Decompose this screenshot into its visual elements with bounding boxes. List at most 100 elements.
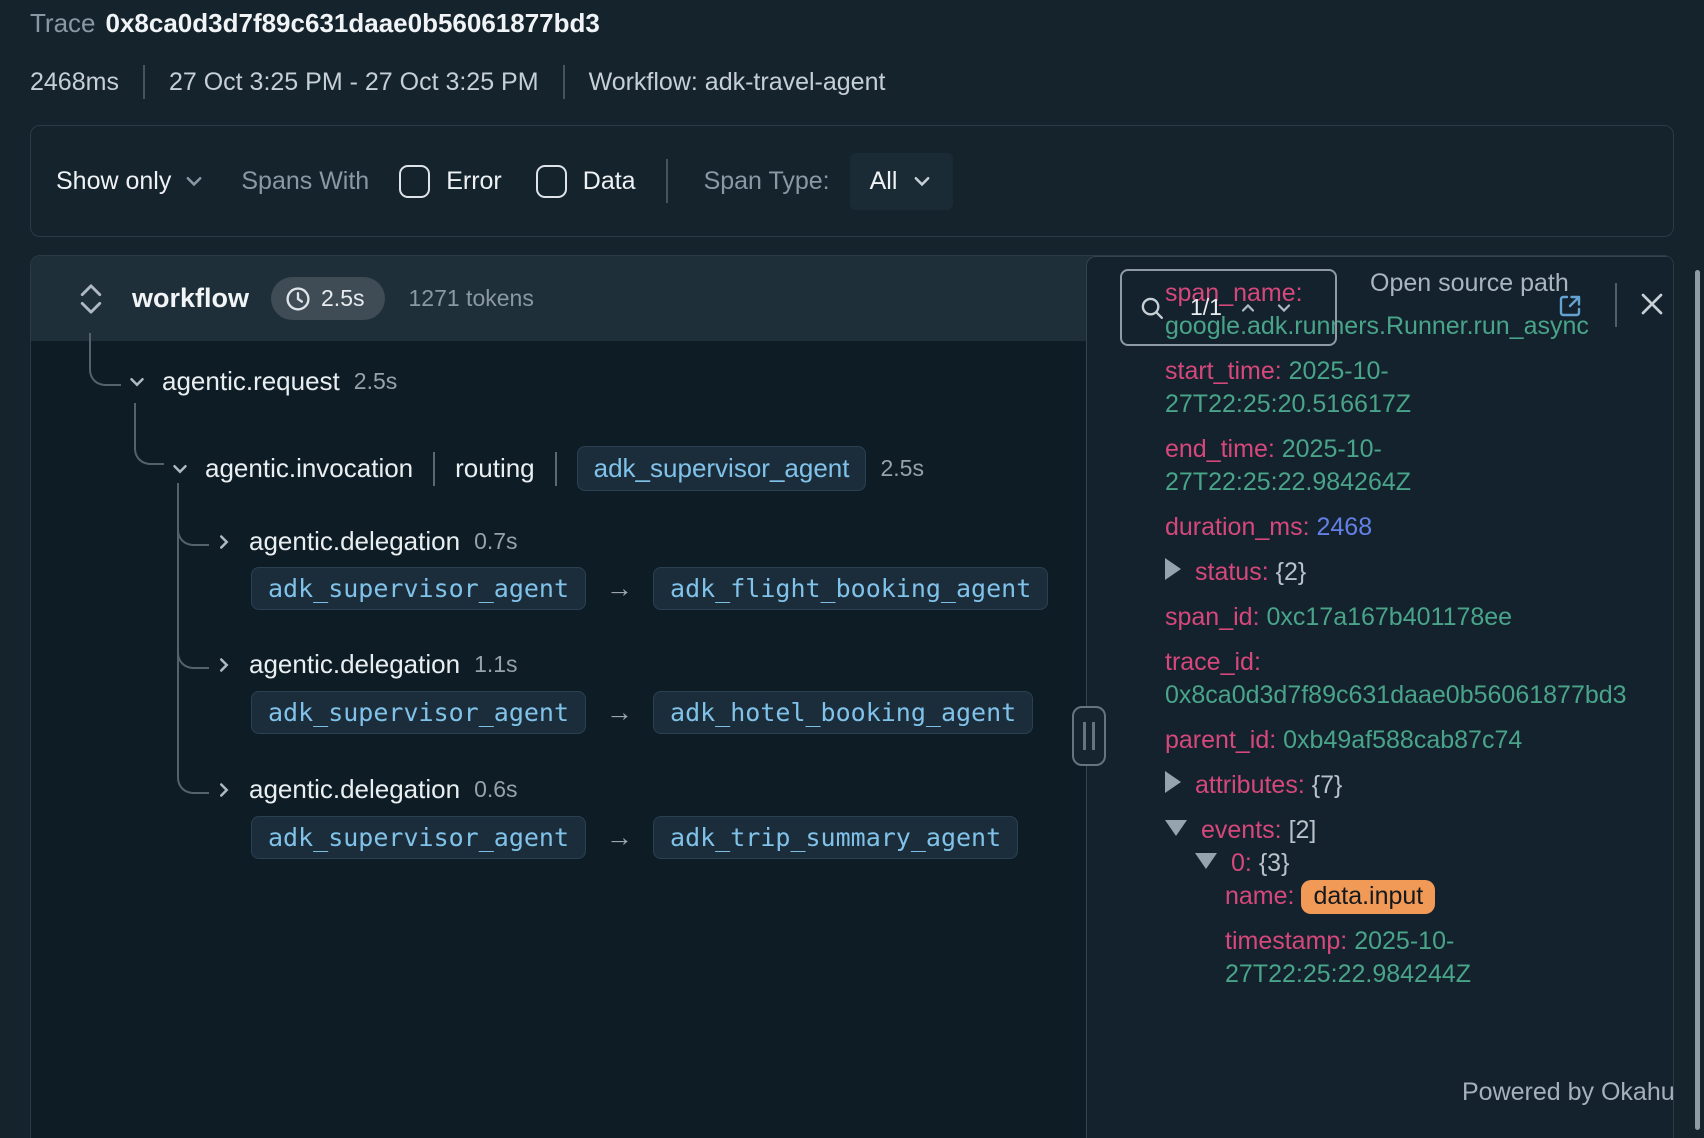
span-type-value: All (870, 167, 898, 196)
span-name[interactable]: agentic.request (162, 366, 340, 397)
divider (1615, 283, 1617, 327)
span-row-delegation[interactable]: agentic.delegation 0.7s (213, 526, 518, 557)
agent-badge: adk_hotel_booking_agent (653, 691, 1033, 734)
expand-collapse-all-icon[interactable] (76, 280, 106, 318)
field-value: 0xb49af588cab87c74 (1283, 726, 1522, 754)
tree-connector (134, 403, 164, 465)
filter-bar: Show only Spans With Error Data Span Typ… (30, 125, 1674, 237)
powered-by-watermark: Powered by Okahu (1462, 1078, 1675, 1107)
chevron-right-icon[interactable] (213, 531, 235, 553)
trace-duration: 2468ms (30, 68, 119, 97)
expand-arrow-icon[interactable] (1165, 771, 1181, 793)
panel-resize-handle[interactable] (1072, 706, 1106, 766)
chevron-right-icon[interactable] (213, 654, 235, 676)
field-key: parent_id: (1165, 726, 1276, 754)
trace-time-range: 27 Oct 3:25 PM - 27 Oct 3:25 PM (169, 68, 539, 97)
detail-field: parent_id: 0xb49af588cab87c74 (1165, 724, 1627, 757)
highlighted-value: data.input (1301, 880, 1435, 914)
span-row-request[interactable]: agentic.request 2.5s (126, 366, 397, 397)
detail-field: duration_ms: 2468 (1165, 511, 1627, 544)
agent-badge: adk_supervisor_agent (251, 691, 586, 734)
field-value: {7} (1312, 771, 1343, 799)
chevron-down-icon[interactable] (169, 458, 191, 480)
trace-meta: 2468ms 27 Oct 3:25 PM - 27 Oct 3:25 PM W… (30, 64, 885, 100)
span-duration: 0.6s (474, 776, 517, 803)
chevron-up-icon[interactable] (1238, 298, 1258, 318)
chevron-right-icon[interactable] (213, 779, 235, 801)
detail-field: span_id: 0xc17a167b401178ee (1165, 601, 1627, 634)
delegation-agents: adk_supervisor_agent → adk_hotel_booking… (251, 691, 1033, 734)
span-row-invocation[interactable]: agentic.invocation routing adk_superviso… (169, 446, 924, 491)
clock-icon (285, 286, 311, 312)
tree-connector (89, 333, 121, 386)
field-value: 2468 (1316, 513, 1372, 541)
detail-field-expandable: status: {2} (1165, 556, 1627, 589)
data-label: Data (583, 167, 636, 196)
span-row-delegation[interactable]: agentic.delegation 1.1s (213, 649, 518, 680)
trace-label: Trace (30, 8, 96, 38)
field-value: 0x8ca0d3d7f89c631daae0b56061877bd3 (1165, 679, 1627, 712)
spans-with-label: Spans With (241, 167, 369, 196)
span-name[interactable]: agentic.delegation (249, 526, 460, 557)
show-only-dropdown[interactable]: Show only (56, 167, 171, 196)
close-icon[interactable] (1637, 289, 1667, 319)
divider (433, 452, 435, 486)
field-key: span_id: (1165, 603, 1260, 631)
chevron-down-icon (911, 170, 933, 192)
field-value: [2] (1289, 816, 1317, 844)
open-source-path-link[interactable]: Open source path (1370, 265, 1570, 301)
arrow-right-icon: → (606, 822, 633, 853)
span-duration: 2.5s (880, 455, 923, 482)
search-icon (1138, 294, 1166, 322)
duration-pill: 2.5s (271, 277, 384, 320)
field-key: status: (1195, 558, 1269, 586)
span-details-panel: 1/1 Open source path span_name: google. (1086, 256, 1674, 1138)
agent-badge: adk_trip_summary_agent (653, 816, 1018, 859)
span-duration: 1.1s (474, 651, 517, 678)
field-key: name: (1225, 882, 1294, 910)
field-value: {3} (1259, 849, 1290, 877)
detail-field: trace_id: 0x8ca0d3d7f89c631daae0b5606187… (1165, 646, 1627, 712)
page-title: Trace0x8ca0d3d7f89c631daae0b56061877bd3 (30, 8, 600, 39)
agent-badge: adk_flight_booking_agent (653, 567, 1048, 610)
chevron-down-icon[interactable] (183, 170, 205, 192)
divider (143, 65, 145, 99)
collapse-arrow-icon[interactable] (1165, 820, 1187, 836)
arrow-right-icon: → (606, 697, 633, 728)
agent-badge: adk_supervisor_agent (251, 567, 586, 610)
detail-field: end_time: 2025-10-27T22:25:22.984264Z (1165, 433, 1627, 499)
expand-arrow-icon[interactable] (1165, 558, 1181, 580)
collapse-arrow-icon[interactable] (1195, 853, 1217, 869)
token-count: 1271 tokens (409, 285, 534, 312)
span-row-delegation[interactable]: agentic.delegation 0.6s (213, 774, 518, 805)
error-label: Error (446, 167, 502, 196)
agent-badge: adk_supervisor_agent (251, 816, 586, 859)
details-search-input[interactable]: 1/1 (1120, 269, 1337, 346)
divider (555, 452, 557, 486)
span-type-label: Span Type: (704, 167, 830, 196)
data-checkbox[interactable] (536, 165, 567, 198)
span-duration: 2.5s (354, 368, 397, 395)
span-type-tag: routing (455, 453, 535, 484)
field-key: start_time: (1165, 357, 1282, 385)
field-key: end_time: (1165, 435, 1275, 463)
span-name[interactable]: agentic.invocation (205, 453, 413, 484)
error-checkbox[interactable] (399, 165, 430, 198)
external-link-icon[interactable] (1555, 291, 1585, 321)
detail-field: start_time: 2025-10-27T22:25:20.516617Z (1165, 355, 1627, 421)
span-type-select[interactable]: All (850, 153, 954, 210)
field-value: 0xc17a167b401178ee (1266, 603, 1512, 631)
tree-connector (177, 483, 209, 794)
detail-field-expandable: attributes: {7} (1165, 769, 1627, 802)
chevron-down-icon[interactable] (126, 371, 148, 393)
divider (666, 159, 668, 203)
vertical-scrollbar[interactable] (1695, 270, 1700, 1130)
arrow-right-icon: → (606, 573, 633, 604)
span-name[interactable]: agentic.delegation (249, 649, 460, 680)
agent-badge: adk_supervisor_agent (577, 446, 867, 491)
field-key: events: (1201, 816, 1282, 844)
workflow-root-label: workflow (132, 283, 249, 314)
chevron-down-icon[interactable] (1274, 298, 1294, 318)
span-attributes-list: span_name: google.adk.runners.Runner.run… (1087, 257, 1674, 991)
span-name[interactable]: agentic.delegation (249, 774, 460, 805)
